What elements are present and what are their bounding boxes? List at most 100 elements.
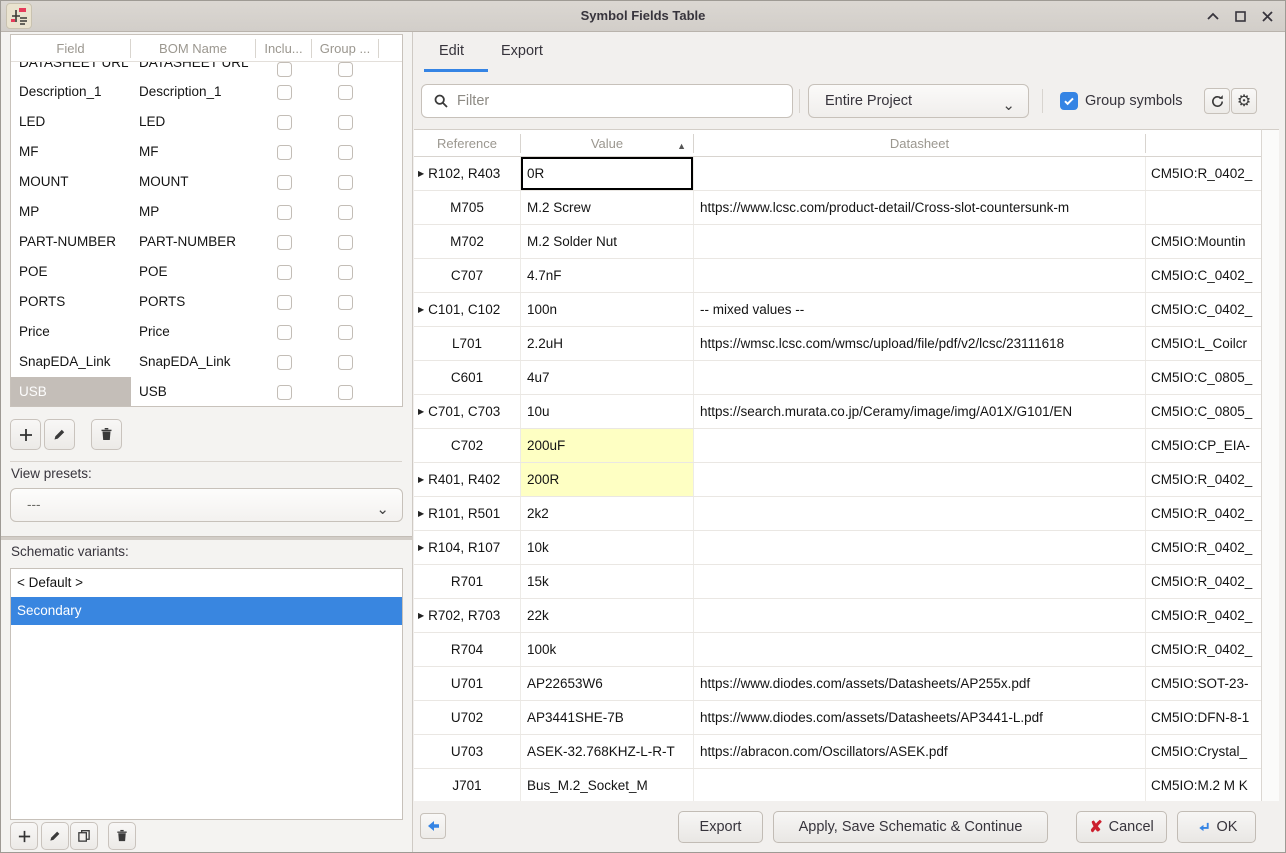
field-name-cell[interactable]: USB bbox=[11, 377, 131, 407]
bom-name-cell[interactable]: Price bbox=[131, 317, 256, 347]
reference-cell[interactable]: J701 bbox=[414, 769, 521, 802]
value-cell[interactable]: 2.2uH bbox=[521, 327, 694, 360]
group-checkbox[interactable] bbox=[338, 265, 353, 280]
tab-edit[interactable]: Edit bbox=[439, 43, 464, 59]
footprint-cell[interactable]: CM5IO:C_0402_ bbox=[1146, 293, 1261, 326]
footprint-cell[interactable]: CM5IO:R_0402_ bbox=[1146, 497, 1261, 530]
footprint-cell[interactable]: CM5IO:R_0402_ bbox=[1146, 157, 1261, 190]
scope-dropdown[interactable]: Entire Project ⌄ bbox=[808, 84, 1029, 118]
datasheet-cell[interactable] bbox=[694, 497, 1146, 530]
field-row[interactable]: DATASHEET URLDATASHEET URL bbox=[11, 62, 402, 77]
datasheet-cell[interactable]: -- mixed values -- bbox=[694, 293, 1146, 326]
field-name-cell[interactable]: LED bbox=[11, 107, 131, 137]
datasheet-cell[interactable]: https://search.murata.co.jp/Ceramy/image… bbox=[694, 395, 1146, 428]
include-checkbox[interactable] bbox=[277, 325, 292, 340]
group-checkbox[interactable] bbox=[338, 175, 353, 190]
value-cell[interactable]: 200uF bbox=[521, 429, 694, 462]
datasheet-cell[interactable] bbox=[694, 225, 1146, 258]
footprint-cell[interactable]: CM5IO:R_0402_ bbox=[1146, 463, 1261, 496]
group-expand-icon[interactable]: ▶ bbox=[418, 509, 424, 518]
datasheet-cell[interactable]: https://wmsc.lcsc.com/wmsc/upload/file/p… bbox=[694, 327, 1146, 360]
variant-item[interactable]: < Default > bbox=[11, 569, 402, 597]
field-name-cell[interactable]: Price bbox=[11, 317, 131, 347]
value-cell[interactable]: 10k bbox=[521, 531, 694, 564]
include-checkbox[interactable] bbox=[277, 175, 292, 190]
bom-name-cell[interactable]: SnapEDA_Link bbox=[131, 347, 256, 377]
datasheet-cell[interactable] bbox=[694, 565, 1146, 598]
value-cell[interactable]: 100n bbox=[521, 293, 694, 326]
include-checkbox[interactable] bbox=[277, 115, 292, 130]
datasheet-cell[interactable] bbox=[694, 531, 1146, 564]
footprint-cell[interactable]: CM5IO:R_0402_ bbox=[1146, 599, 1261, 632]
reference-cell[interactable]: ▶R104, R107 bbox=[414, 531, 521, 564]
field-row[interactable]: SnapEDA_LinkSnapEDA_Link bbox=[11, 347, 402, 377]
value-cell[interactable]: 200R bbox=[521, 463, 694, 496]
include-checkbox[interactable] bbox=[277, 145, 292, 160]
reference-cell[interactable]: U703 bbox=[414, 735, 521, 768]
reference-cell[interactable]: ▶R102, R403 bbox=[414, 157, 521, 190]
datasheet-cell[interactable] bbox=[694, 259, 1146, 292]
field-name-cell[interactable]: MP bbox=[11, 197, 131, 227]
include-checkbox[interactable] bbox=[277, 62, 292, 77]
group-checkbox[interactable] bbox=[338, 145, 353, 160]
bom-name-cell[interactable]: DATASHEET URL bbox=[131, 62, 256, 77]
value-cell[interactable]: 10u bbox=[521, 395, 694, 428]
value-cell[interactable]: M.2 Solder Nut bbox=[521, 225, 694, 258]
reference-cell[interactable]: C707 bbox=[414, 259, 521, 292]
reference-cell[interactable]: U701 bbox=[414, 667, 521, 700]
close-button[interactable] bbox=[1259, 9, 1275, 25]
footprint-cell[interactable]: CM5IO:Crystal_ bbox=[1146, 735, 1261, 768]
reference-cell[interactable]: ▶C101, C102 bbox=[414, 293, 521, 326]
datasheet-cell[interactable] bbox=[694, 157, 1146, 190]
field-row[interactable]: PART-NUMBERPART-NUMBER bbox=[11, 227, 402, 257]
group-checkbox[interactable] bbox=[338, 205, 353, 220]
group-expand-icon[interactable]: ▶ bbox=[418, 169, 424, 178]
field-row[interactable]: MFMF bbox=[11, 137, 402, 167]
edit-variant-button[interactable] bbox=[41, 822, 69, 850]
settings-button[interactable]: ⚙ bbox=[1231, 88, 1257, 114]
field-row[interactable]: LEDLED bbox=[11, 107, 402, 137]
col-header-include[interactable]: Inclu... bbox=[256, 39, 312, 58]
footprint-cell[interactable]: CM5IO:DFN-8-1 bbox=[1146, 701, 1261, 734]
reference-cell[interactable]: ▶R101, R501 bbox=[414, 497, 521, 530]
field-row[interactable]: PricePrice bbox=[11, 317, 402, 347]
value-cell[interactable]: AP22653W6 bbox=[521, 667, 694, 700]
reference-cell[interactable]: ▶C701, C703 bbox=[414, 395, 521, 428]
delete-variant-button[interactable] bbox=[108, 822, 136, 850]
group-checkbox[interactable] bbox=[338, 385, 353, 400]
bom-name-cell[interactable]: MOUNT bbox=[131, 167, 256, 197]
field-row[interactable]: Description_1Description_1 bbox=[11, 77, 402, 107]
footprint-cell[interactable]: CM5IO:L_Coilcr bbox=[1146, 327, 1261, 360]
footprint-cell[interactable]: CM5IO:CP_EIA- bbox=[1146, 429, 1261, 462]
field-row[interactable]: PORTSPORTS bbox=[11, 287, 402, 317]
include-checkbox[interactable] bbox=[277, 205, 292, 220]
value-cell[interactable]: 22k bbox=[521, 599, 694, 632]
col-header-field[interactable]: Field bbox=[11, 39, 131, 58]
bom-name-cell[interactable]: Description_1 bbox=[131, 77, 256, 107]
datasheet-cell[interactable] bbox=[694, 361, 1146, 394]
reference-cell[interactable]: L701 bbox=[414, 327, 521, 360]
group-expand-icon[interactable]: ▶ bbox=[418, 543, 424, 552]
refresh-button[interactable] bbox=[1204, 88, 1230, 114]
field-row[interactable]: MPMP bbox=[11, 197, 402, 227]
edit-field-button[interactable] bbox=[44, 419, 75, 450]
value-cell[interactable]: AP3441SHE-7B bbox=[521, 701, 694, 734]
include-checkbox[interactable] bbox=[277, 265, 292, 280]
group-checkbox[interactable] bbox=[338, 115, 353, 130]
group-checkbox[interactable] bbox=[338, 355, 353, 370]
footprint-cell[interactable]: CM5IO:SOT-23- bbox=[1146, 667, 1261, 700]
bom-name-cell[interactable]: USB bbox=[131, 377, 256, 407]
field-name-cell[interactable]: MF bbox=[11, 137, 131, 167]
field-row[interactable]: MOUNTMOUNT bbox=[11, 167, 402, 197]
footprint-cell[interactable]: CM5IO:R_0402_ bbox=[1146, 531, 1261, 564]
reference-cell[interactable]: M702 bbox=[414, 225, 521, 258]
minimize-button[interactable] bbox=[1205, 9, 1221, 25]
value-cell[interactable]: Bus_M.2_Socket_M bbox=[521, 769, 694, 802]
datasheet-cell[interactable]: https://www.diodes.com/assets/Datasheets… bbox=[694, 667, 1146, 700]
export-button[interactable]: Export bbox=[678, 811, 763, 843]
add-variant-button[interactable] bbox=[10, 822, 38, 850]
value-cell[interactable]: 15k bbox=[521, 565, 694, 598]
reference-cell[interactable]: R701 bbox=[414, 565, 521, 598]
field-row[interactable]: USBUSB bbox=[11, 377, 402, 407]
view-presets-dropdown[interactable]: --- ⌄ bbox=[10, 488, 403, 522]
